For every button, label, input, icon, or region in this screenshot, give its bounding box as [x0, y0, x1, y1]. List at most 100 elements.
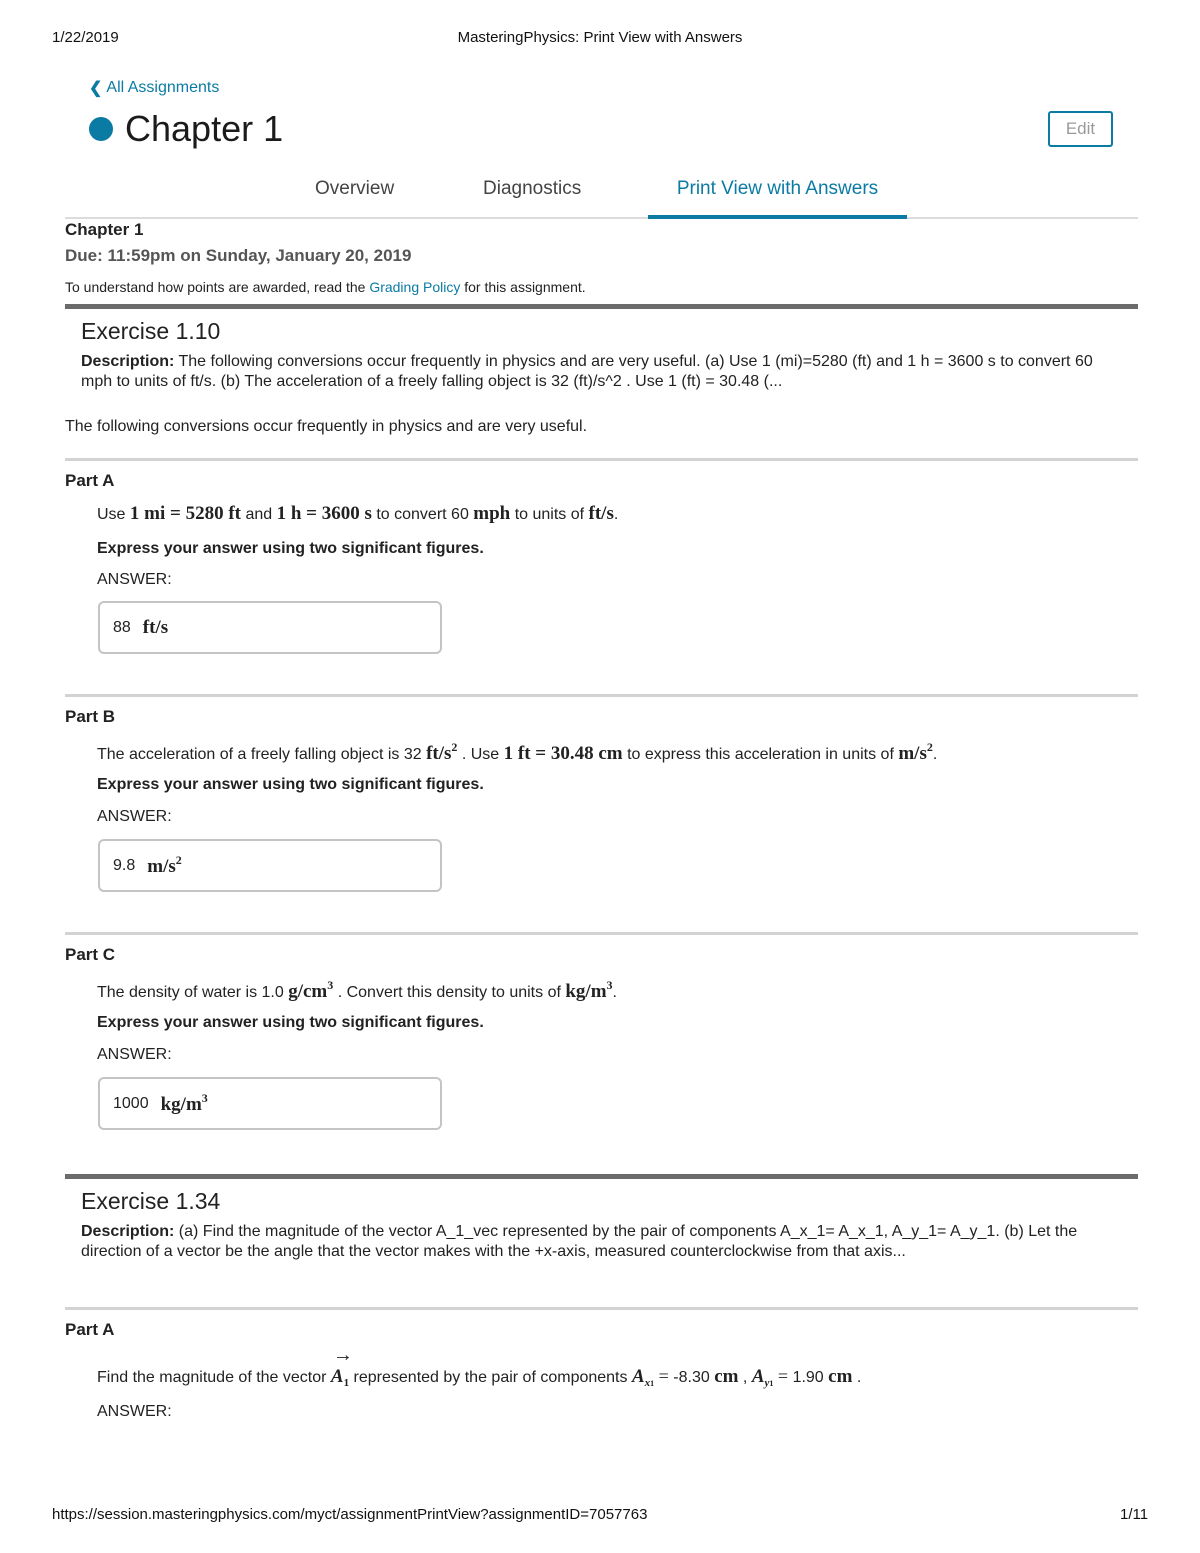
q-text: . — [852, 1369, 862, 1386]
answer-field[interactable]: 88 ft/s — [98, 601, 442, 654]
q-math-base: kg/m — [565, 981, 607, 1002]
part-divider — [65, 1307, 1138, 1310]
q-text: to units of — [510, 506, 589, 523]
q-math: 1 mi = 5280 ft — [129, 503, 241, 524]
part-divider — [65, 458, 1138, 461]
page-title: Chapter 1 — [89, 108, 283, 150]
chapter-title-text: Chapter 1 — [125, 108, 284, 149]
q-text: The density of water is 1.0 — [97, 984, 289, 1001]
q-math-unit: cm — [828, 1366, 853, 1387]
answer-unit-sup: 2 — [175, 853, 182, 867]
exercise-title: Exercise 1.34 — [81, 1188, 221, 1214]
q-math-base: ft/s — [426, 743, 452, 764]
part-divider — [65, 694, 1138, 697]
answer-instruction: Express your answer using two significan… — [97, 1014, 484, 1031]
answer-value: 1000 — [113, 1094, 149, 1112]
edit-button[interactable]: Edit — [1048, 111, 1113, 147]
page-url: https://session.masteringphysics.com/myc… — [52, 1506, 648, 1523]
answer-field[interactable]: 1000 kg/m3 — [98, 1077, 442, 1130]
ay-value: 1.90 — [792, 1369, 829, 1386]
part-label: Part B — [65, 707, 116, 726]
q-text: to convert 60 — [371, 506, 474, 523]
exercise-title: Exercise 1.10 — [81, 318, 221, 344]
part-label: Part A — [65, 1320, 115, 1339]
q-math-base: g/cm — [288, 981, 328, 1002]
grading-policy-text: To understand how points are awarded, re… — [65, 279, 586, 295]
policy-prefix: To understand how points are awarded, re… — [65, 279, 370, 295]
q-math-eq: = — [654, 1366, 674, 1386]
part-label: Part C — [65, 945, 116, 964]
q-math-base: A — [751, 1366, 765, 1387]
q-math: kg/m3 — [565, 978, 612, 1002]
q-math: 1 h = 3600 s — [276, 503, 372, 524]
question-text: The acceleration of a freely falling obj… — [97, 740, 937, 765]
grading-policy-link[interactable]: Grading Policy — [369, 279, 460, 295]
description-label: Description: — [81, 353, 175, 370]
status-dot-icon — [89, 117, 113, 141]
q-math: ft/s2 — [426, 740, 457, 764]
vector-arrow-icon: → — [332, 1344, 353, 1366]
q-text: represented by the pair of components — [349, 1369, 632, 1386]
q-text: . — [613, 506, 619, 523]
description-label: Description: — [81, 1223, 175, 1240]
answer-field[interactable]: 9.8 m/s2 — [98, 839, 442, 892]
answer-value: 9.8 — [113, 856, 136, 874]
q-math: mph — [473, 503, 511, 524]
q-text: to express this acceleration in units of — [622, 746, 899, 763]
print-header: 1/22/2019 MasteringPhysics: Print View w… — [0, 29, 1200, 49]
answer-instruction: Express your answer using two significan… — [97, 540, 484, 557]
answer-unit-base: kg/m — [160, 1094, 202, 1115]
print-title: MasteringPhysics: Print View with Answer… — [457, 29, 743, 46]
q-math-base: A — [330, 1366, 344, 1387]
page-number: 1/11 — [1120, 1506, 1149, 1523]
question-text: The density of water is 1.0 g/cm3 . Conv… — [97, 978, 617, 1003]
assignment-tabs: Overview Diagnostics Print View with Ans… — [65, 166, 1138, 219]
q-text: The acceleration of a freely falling obj… — [97, 746, 427, 763]
q-math-unit: cm — [714, 1366, 739, 1387]
answer-instruction: Express your answer using two significan… — [97, 776, 484, 793]
q-math-base: A — [631, 1366, 645, 1387]
vector-a1: → A1 — [330, 1344, 353, 1389]
exercise-description: Description: The following conversions o… — [81, 352, 1121, 392]
component-ax: Ax1 — [631, 1366, 655, 1389]
answer-label: ANSWER: — [97, 808, 172, 825]
tab-diagnostics[interactable]: Diagnostics — [483, 178, 581, 200]
all-assignments-link[interactable]: ❮ All Assignments — [89, 78, 219, 98]
ax-value: -8.30 — [673, 1369, 715, 1386]
q-math-eq: = — [773, 1366, 793, 1386]
exercise-divider — [65, 304, 1138, 309]
exercise-description: Description: (a) Find the magnitude of t… — [81, 1222, 1121, 1262]
q-math: 1 ft = 30.48 cm — [503, 743, 623, 764]
q-text: . — [932, 746, 938, 763]
component-ay: Ay1 — [751, 1366, 774, 1389]
answer-label: ANSWER: — [97, 1046, 172, 1063]
q-text: Use — [97, 506, 130, 523]
assignment-name: Chapter 1 — [65, 220, 144, 239]
all-assignments-label: All Assignments — [106, 79, 220, 96]
description-line-2: mph to units of ft/s. (b) The accelerati… — [81, 373, 783, 390]
q-math: m/s2 — [898, 740, 933, 764]
question-text: Find the magnitude of the vector → A1 rep… — [97, 1344, 862, 1389]
q-math: ft/s — [588, 503, 614, 524]
tab-overview[interactable]: Overview — [315, 178, 394, 200]
exercise-intro: The following conversions occur frequent… — [65, 418, 588, 435]
answer-unit: kg/m3 — [161, 1091, 208, 1116]
answer-unit: m/s2 — [147, 853, 182, 878]
question-text: Use 1 mi = 5280 ft and 1 h = 3600 s to c… — [97, 503, 618, 525]
description-line-2: direction of a vector be the angle that … — [81, 1243, 906, 1260]
chevron-left-icon: ❮ — [89, 80, 103, 97]
answer-unit: ft/s — [142, 616, 169, 638]
tab-print-view-with-answers[interactable]: Print View with Answers — [648, 178, 907, 219]
q-text: . Use — [457, 746, 504, 763]
q-math: g/cm3 — [288, 978, 333, 1002]
policy-suffix: for this assignment. — [460, 279, 586, 295]
q-text: and — [241, 506, 277, 523]
answer-unit-base: m/s — [147, 856, 176, 877]
q-text: . Convert this density to units of — [333, 984, 566, 1001]
answer-unit-sup: 3 — [201, 1091, 208, 1105]
part-label: Part A — [65, 471, 115, 490]
q-text: , — [738, 1369, 752, 1386]
description-line-1: (a) Find the magnitude of the vector A_1… — [174, 1223, 1078, 1240]
answer-label: ANSWER: — [97, 1403, 172, 1420]
q-math-sub: x1 — [645, 1377, 655, 1389]
